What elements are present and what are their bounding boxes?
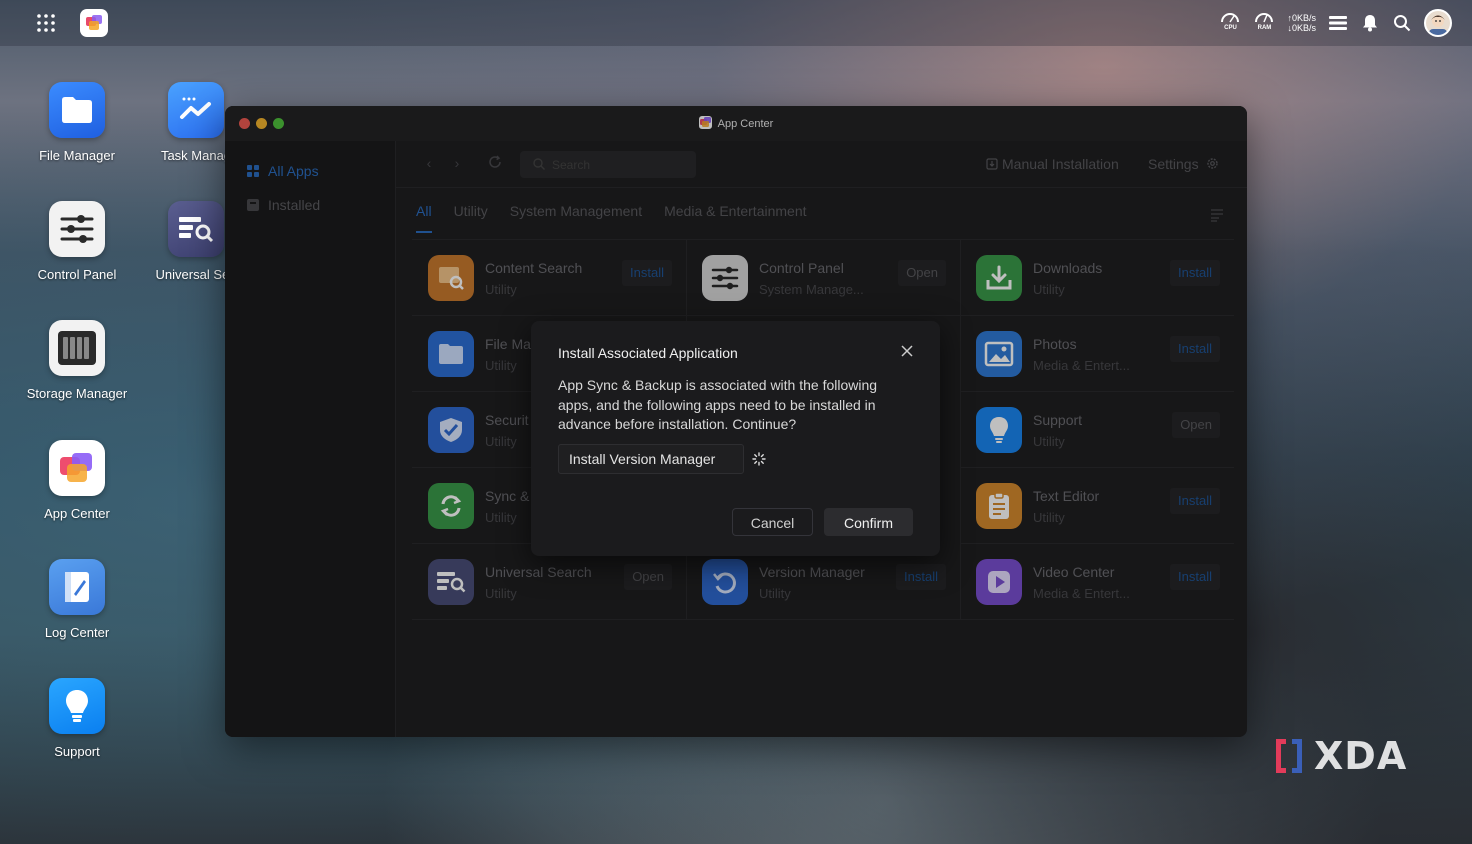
app-center-icon xyxy=(49,440,105,496)
storage-icon xyxy=(49,320,105,376)
confirm-button[interactable]: Confirm xyxy=(824,508,913,536)
install-associated-dialog: Install Associated Application App Sync … xyxy=(531,321,940,556)
lightbulb-icon xyxy=(49,678,105,734)
xda-logo-icon xyxy=(1276,739,1302,773)
cpu-label: CPU xyxy=(1224,25,1237,31)
download-speed: ↓0KB/s xyxy=(1287,23,1316,33)
ram-gauge[interactable]: RAM xyxy=(1253,10,1275,36)
desktop-icon-label: Storage Manager xyxy=(26,386,128,401)
desktop-icon-label: Support xyxy=(54,744,100,759)
close-icon[interactable] xyxy=(900,344,914,358)
upload-speed: ↑0KB/s xyxy=(1287,13,1316,23)
app-grid-icon[interactable] xyxy=(36,13,56,33)
desktop-icon-label: File Manager xyxy=(39,148,115,163)
notification-bell-icon[interactable] xyxy=(1360,13,1380,33)
task-list-icon[interactable] xyxy=(1328,13,1348,33)
xda-watermark: XDA xyxy=(1272,734,1407,778)
desktop-file-manager[interactable]: File Manager xyxy=(22,82,132,163)
log-icon xyxy=(49,559,105,615)
dialog-title: Install Associated Application xyxy=(558,345,738,361)
ram-label: RAM xyxy=(1257,25,1272,31)
app-center-taskbar-icon[interactable] xyxy=(80,9,108,37)
system-tray: CPU RAM ↑0KB/s ↓0KB/s xyxy=(1219,8,1452,38)
cpu-gauge[interactable]: CPU xyxy=(1219,10,1241,36)
network-speed[interactable]: ↑0KB/s ↓0KB/s xyxy=(1287,13,1316,33)
desktop-icon-label: Log Center xyxy=(44,625,110,640)
folder-icon xyxy=(49,82,105,138)
dialog-message: App Sync & Backup is associated with the… xyxy=(558,377,878,432)
sliders-icon xyxy=(49,201,105,257)
desktop-app-center[interactable]: App Center xyxy=(22,440,132,521)
desktop-log-center[interactable]: Log Center xyxy=(22,559,132,640)
desktop-support[interactable]: Support xyxy=(22,678,132,759)
desktop-icon-label: App Center xyxy=(44,506,110,521)
user-avatar[interactable] xyxy=(1424,9,1452,37)
xda-watermark-text: XDA xyxy=(1314,734,1408,778)
loading-spinner-icon xyxy=(752,452,766,466)
universal-search-icon xyxy=(168,201,224,257)
desktop-control-panel[interactable]: Control Panel xyxy=(22,201,132,282)
task-manager-icon xyxy=(168,82,224,138)
top-bar: CPU RAM ↑0KB/s ↓0KB/s xyxy=(0,0,1472,46)
cancel-button[interactable]: Cancel xyxy=(732,508,813,536)
search-icon[interactable] xyxy=(1392,13,1412,33)
desktop-storage-manager[interactable]: Storage Manager xyxy=(22,320,132,401)
associated-app-item: Install Version Manager xyxy=(558,444,744,474)
desktop-icon-label: Control Panel xyxy=(37,267,117,282)
